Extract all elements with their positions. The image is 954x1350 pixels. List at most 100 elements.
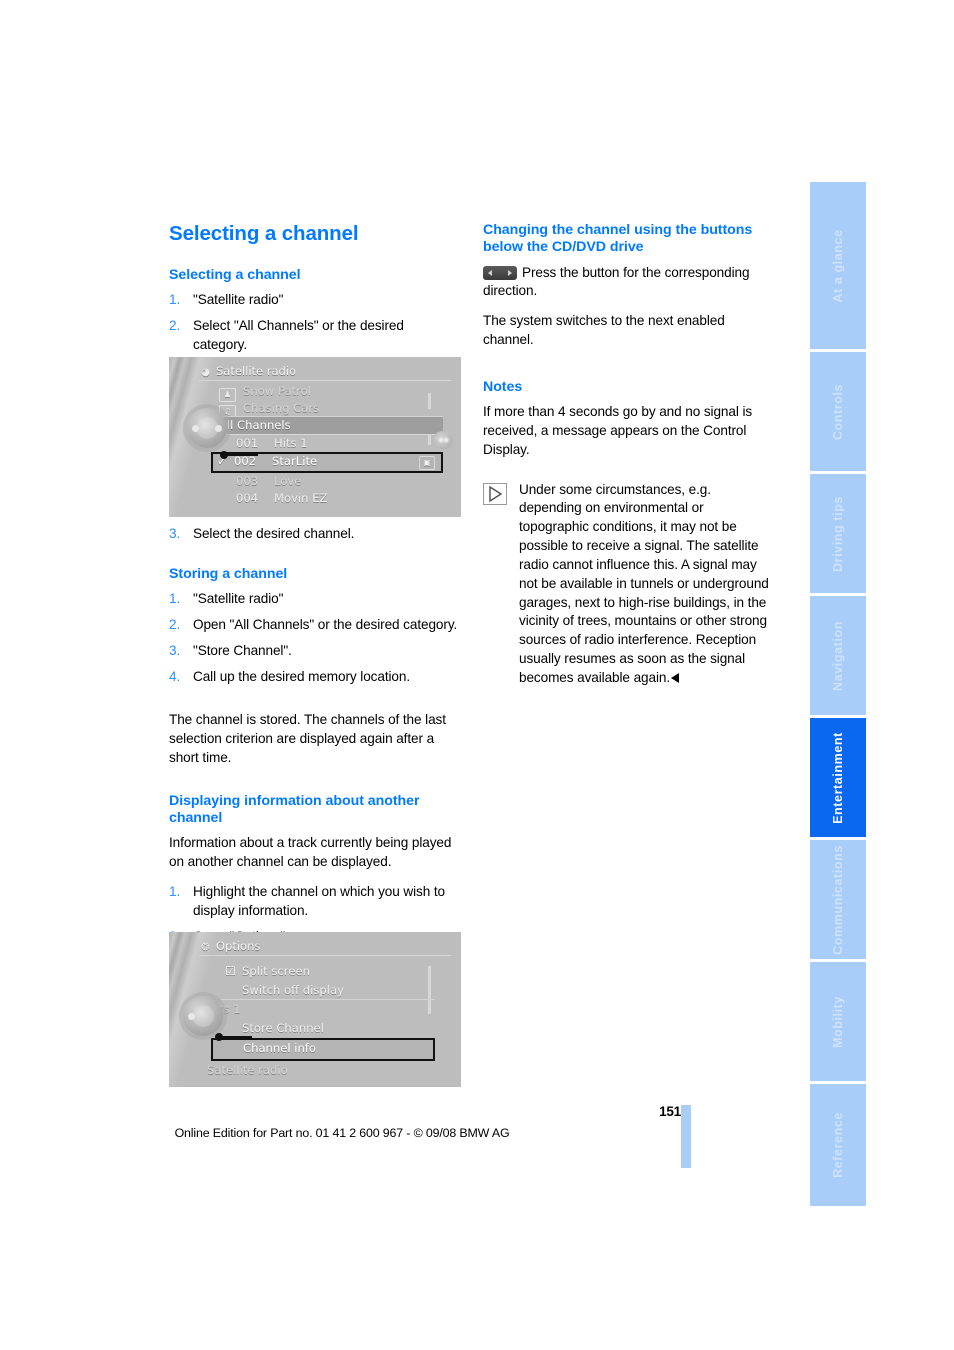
sidebar-item-mobility[interactable]: Mobility [810, 962, 866, 1084]
chapter-index-tabs: At a glance Controls Driving tips Naviga… [810, 182, 866, 1206]
list-item-label: Hits 1 [274, 436, 308, 450]
heading-storing-a-channel: Storing a channel [169, 565, 288, 582]
list-item: 2. Select "All Channels" or the desired … [169, 317, 461, 355]
step-text: "Satellite radio" [193, 291, 284, 307]
changing-channel-body-1-text: Press the button for the corresponding d… [483, 264, 750, 299]
channel-list: ♟ Snow Patrol ♫ Chasing Cars All Channels … [199, 383, 443, 507]
list-item-channel: 004 Movin EZ [215, 490, 443, 507]
imprint-line: Online Edition for Part no. 01 41 2 600 … [174, 1126, 510, 1140]
display-side-button: ◉◉ [432, 431, 454, 450]
tab-label: At a glance [831, 228, 845, 303]
heading-selecting-a-channel: Selecting a channel [169, 266, 301, 283]
list-item: 3. "Store Channel". [169, 642, 461, 661]
heading-displaying-information: Displaying information about another cha… [169, 792, 420, 827]
list-item-all-channels: All Channels [199, 417, 443, 435]
tab-label: Entertainment [831, 731, 845, 824]
screenshot-options-menu: ❂ Options ☑ Split screen Switch off displa… [169, 932, 461, 1087]
tab-label: Navigation [831, 620, 845, 691]
list-item: 1. "Satellite radio" [169, 590, 461, 609]
heading-notes: Notes [483, 378, 523, 395]
right-text-column: Changing the channel using the buttons b… [483, 222, 775, 688]
step-text: Select "All Channels" or the desired cat… [193, 317, 404, 352]
left-column-continued: 3. Select the desired channel. Storing a… [169, 525, 461, 983]
sidebar-item-reference[interactable]: Reference [810, 1084, 866, 1206]
sidebar-item-navigation[interactable]: Navigation [810, 596, 866, 718]
step-text: Select the desired channel. [193, 526, 355, 541]
options-icon: ❂ [201, 942, 210, 953]
list-item-artist: ♟ Snow Patrol [215, 383, 443, 402]
tab-label: Driving tips [831, 495, 845, 572]
tab-label: Mobility [831, 995, 845, 1048]
left-right-rocker-button-icon [483, 265, 517, 280]
changing-channel-body-2: The system switches to the next enabled … [483, 313, 725, 348]
idrive-controller-knob [181, 402, 233, 454]
steps-selecting-a-channel-continued: 3. Select the desired channel. [169, 525, 461, 544]
play-triangle-note-icon [483, 482, 507, 505]
list-item: 4. Call up the desired memory location. [169, 668, 461, 687]
list-item-label: Satellite radio [207, 1063, 288, 1077]
step-text: Highlight the channel on which you wish … [193, 884, 445, 918]
list-item-label: Channel info [243, 1041, 317, 1055]
channel-number: 003 [236, 474, 259, 488]
notes-body-1: If more than 4 seconds go by and no sign… [483, 404, 753, 457]
list-item-split-screen: ☑ Split screen [221, 962, 435, 981]
knob-nub [188, 1013, 195, 1020]
step-number: 1. [169, 884, 181, 900]
knob-nub [215, 425, 222, 432]
list-item-label: StarLite [272, 454, 318, 468]
sidebar-item-entertainment[interactable]: Entertainment [810, 718, 866, 840]
tab-label: Controls [831, 383, 845, 440]
page-title: Selecting a channel [169, 222, 359, 245]
satellite-radio-icon: ◕ [201, 367, 210, 378]
list-item-track: ♫ Chasing Cars [215, 400, 443, 419]
knob-nub [192, 425, 199, 432]
footer-accent-bar [681, 1105, 691, 1168]
sidebar-item-driving-tips[interactable]: Driving tips [810, 474, 866, 596]
list-item-store-channel: Store Channel [221, 1019, 435, 1038]
callout-leader-line [215, 1033, 252, 1041]
sidebar-item-communications[interactable]: Communications [810, 840, 866, 962]
list-item-channel-info-selected: Channel info [211, 1038, 435, 1061]
list-item-label: Switch off display [242, 983, 344, 997]
step-number: 2. [169, 317, 181, 333]
callout-dot [215, 1033, 223, 1041]
callout-dot [220, 451, 228, 459]
options-list: ☑ Split screen Switch off display Hits 1 … [207, 962, 435, 1080]
step-number: 4. [169, 668, 181, 684]
manual-page: Selecting a channel Selecting a channel … [0, 0, 954, 1350]
checkbox-checked-icon: ☑ [225, 964, 236, 978]
note-with-icon: Under some circumstances, e.g. depending… [483, 481, 775, 688]
step-number: 3. [169, 526, 181, 541]
list-item: 1. Highlight the channel on which you wi… [169, 883, 461, 921]
callout-leader-line [220, 451, 258, 459]
display-header-label: Satellite radio [216, 364, 297, 378]
channel-number: 002 [234, 454, 257, 468]
list-item-label: Movin EZ [274, 491, 328, 505]
steps-storing-a-channel: 1. "Satellite radio" 2. Open "All Channe… [169, 590, 461, 686]
end-of-section-mark [671, 672, 680, 683]
list-item-label: Split screen [242, 964, 310, 978]
sidebar-item-at-a-glance[interactable]: At a glance [810, 182, 866, 352]
note-body-text: Under some circumstances, e.g. depending… [519, 481, 769, 685]
display-header-label: Options [216, 939, 261, 953]
heading-changing-the-channel: Changing the channel using the buttons b… [483, 222, 753, 256]
list-item-switch-off-display: Switch off display [221, 981, 435, 1000]
step-number: 3. [169, 642, 181, 658]
store-icon: ▣ [419, 456, 435, 470]
storing-a-channel-note: The channel is stored. The channels of t… [169, 712, 446, 765]
list-item-channel: 003 Love [215, 473, 443, 490]
list-item: 3. Select the desired channel. [169, 525, 461, 544]
step-text: Open "All Channels" or the desired categ… [193, 616, 458, 632]
list-item-label: Chasing Cars [243, 401, 320, 415]
display-header: ❂ Options [199, 938, 451, 956]
display-header: ◕ Satellite radio [199, 363, 451, 381]
sidebar-item-controls[interactable]: Controls [810, 352, 866, 474]
channel-number: 001 [236, 436, 259, 450]
step-number: 1. [169, 291, 181, 307]
left-text-column: Selecting a channel Selecting a channel … [169, 222, 461, 365]
steps-selecting-a-channel: 1. "Satellite radio" 2. Select "All Chan… [169, 291, 461, 354]
list-item-label: Love [274, 474, 302, 488]
list-item-current-channel: Hits 1 [203, 1000, 435, 1019]
